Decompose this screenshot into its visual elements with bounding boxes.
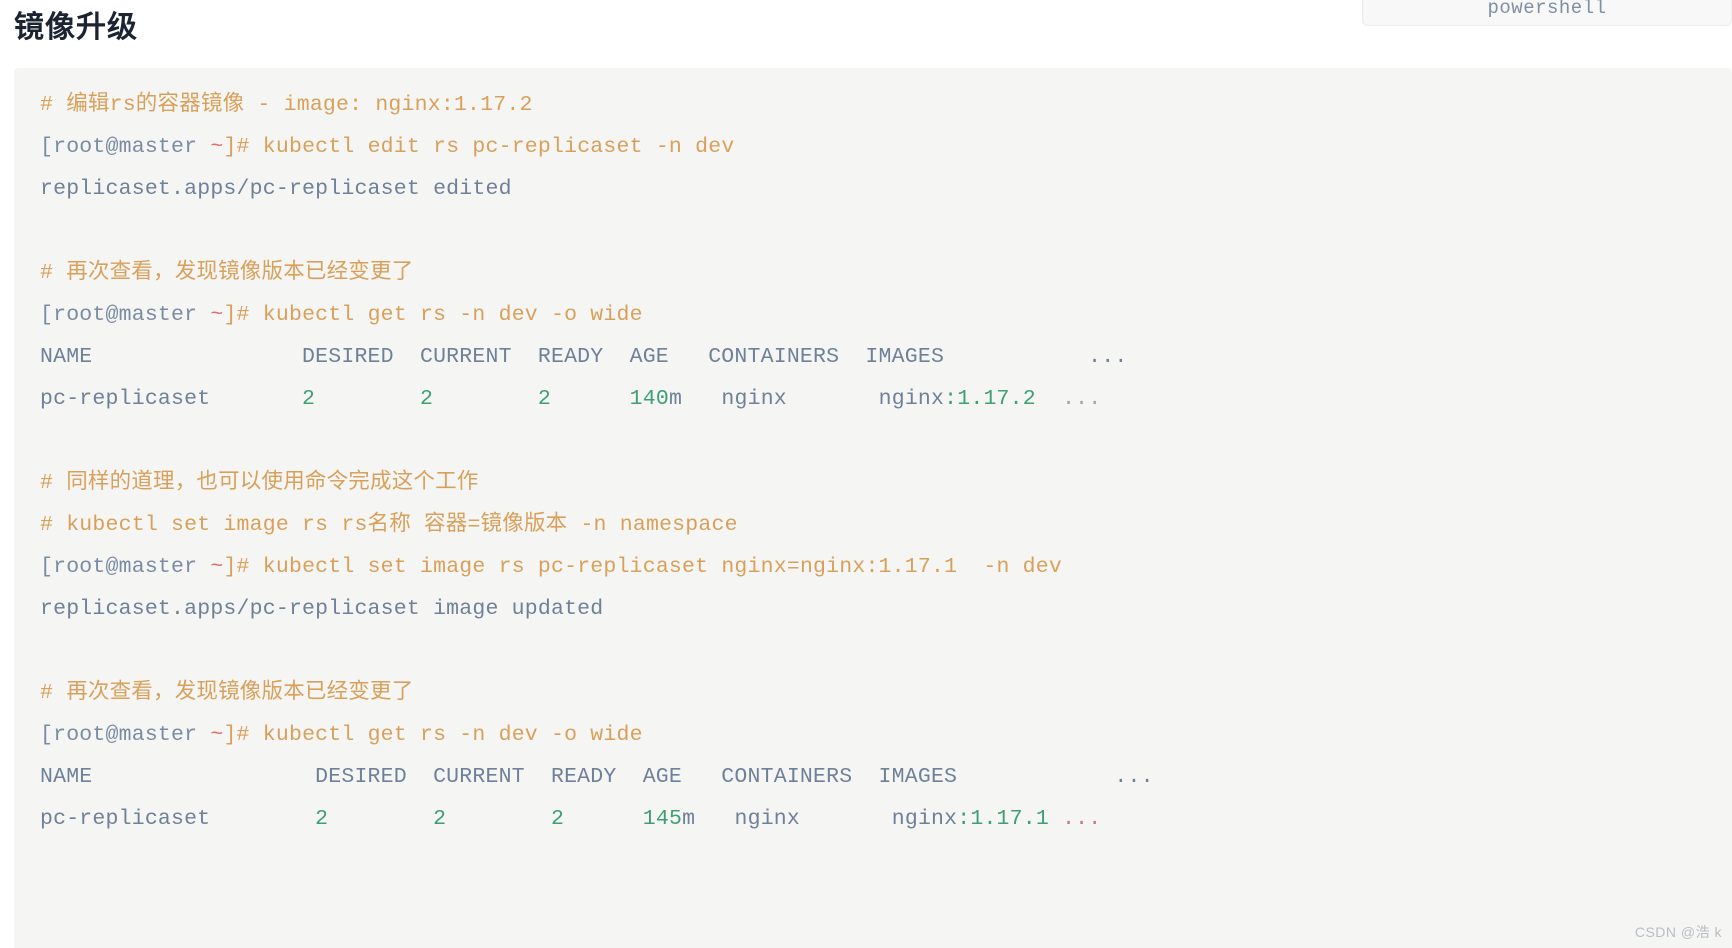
prompt-tilde: ~ bbox=[210, 135, 224, 159]
code-line: [root@master ~]# kubectl get rs -n dev -… bbox=[40, 714, 1732, 756]
csdn-watermark: CSDN @浩 k bbox=[1634, 924, 1722, 940]
cell-image-name: nginx bbox=[891, 807, 958, 831]
shell-command: kubectl get rs -n dev -o wide bbox=[249, 303, 643, 327]
prompt-hash: ]# bbox=[223, 135, 250, 159]
table-header-row: NAME DESIRED CURRENT READY AGE CONTAINER… bbox=[40, 345, 1128, 369]
code-line: NAME DESIRED CURRENT READY AGE CONTAINER… bbox=[40, 336, 1732, 378]
code-language-tag: powershell bbox=[1362, 0, 1732, 26]
cell-gap bbox=[695, 807, 734, 831]
cell-age-number: 140 bbox=[629, 387, 669, 411]
shell-prompt: [root@master bbox=[40, 555, 211, 579]
cell-gap bbox=[315, 387, 420, 411]
cell-ready: 2 bbox=[551, 807, 565, 831]
cell-gap bbox=[682, 387, 721, 411]
shell-prompt: [root@master bbox=[40, 723, 211, 747]
code-line: # 同样的道理，也可以使用命令完成这个工作 bbox=[40, 462, 1732, 504]
cell-gap bbox=[564, 807, 643, 831]
cell-gap bbox=[328, 807, 433, 831]
cell-gap bbox=[446, 807, 551, 831]
code-comment: # 再次查看，发现镜像版本已经变更了 bbox=[40, 681, 414, 705]
code-block[interactable]: # 编辑rs的容器镜像 - image: nginx:1.17.2 [root@m… bbox=[14, 68, 1732, 948]
code-line: NAME DESIRED CURRENT READY AGE CONTAINER… bbox=[40, 756, 1732, 798]
cell-age-number: 145 bbox=[642, 807, 683, 831]
cell-name: pc-replicaset bbox=[40, 807, 316, 831]
prompt-tilde: ~ bbox=[210, 723, 224, 747]
cell-desired: 2 bbox=[315, 807, 329, 831]
cell-containers: nginx bbox=[734, 807, 892, 831]
code-line: replicaset.apps/pc-replicaset image upda… bbox=[40, 588, 1732, 630]
code-line: pc-replicaset 2 2 2 140m nginx nginx:1.1… bbox=[40, 378, 1732, 420]
code-output: replicaset.apps/pc-replicaset image upda… bbox=[40, 597, 604, 621]
prompt-tilde: ~ bbox=[210, 303, 224, 327]
shell-prompt: [root@master bbox=[40, 135, 211, 159]
code-line: # kubectl set image rs rs名称 容器=镜像版本 -n n… bbox=[40, 504, 1732, 546]
code-language-label: powershell bbox=[1487, 0, 1607, 19]
shell-command: kubectl edit rs pc-replicaset -n dev bbox=[249, 135, 735, 159]
code-line: replicaset.apps/pc-replicaset edited bbox=[40, 168, 1732, 210]
cell-image-tag: :1.17.2 bbox=[944, 387, 1036, 411]
cell-ellipsis: ... bbox=[1062, 387, 1102, 411]
cell-ellipsis: ... bbox=[1062, 807, 1102, 831]
prompt-hash: ]# bbox=[223, 303, 250, 327]
table-header-row: NAME DESIRED CURRENT READY AGE CONTAINER… bbox=[40, 765, 1154, 789]
cell-image-tag: :1.17.1 bbox=[957, 807, 1049, 831]
shell-prompt: [root@master bbox=[40, 303, 211, 327]
cell-containers: nginx bbox=[721, 387, 879, 411]
prompt-tilde: ~ bbox=[210, 555, 224, 579]
cell-gap bbox=[551, 387, 630, 411]
code-comment: # 再次查看，发现镜像版本已经变更了 bbox=[40, 261, 414, 285]
cell-gap bbox=[433, 387, 538, 411]
shell-command: kubectl set image rs pc-replicaset nginx… bbox=[249, 555, 1062, 579]
prompt-hash: ]# bbox=[223, 723, 250, 747]
cell-name: pc-replicaset bbox=[40, 387, 303, 411]
cell-current: 2 bbox=[419, 387, 434, 411]
code-line: # 编辑rs的容器镜像 - image: nginx:1.17.2 bbox=[40, 84, 1732, 126]
code-line: pc-replicaset 2 2 2 145m nginx nginx:1.1… bbox=[40, 798, 1732, 840]
code-line: [root@master ~]# kubectl get rs -n dev -… bbox=[40, 294, 1732, 336]
cell-age-unit: m bbox=[668, 387, 683, 411]
cell-desired: 2 bbox=[302, 387, 316, 411]
code-line: # 再次查看，发现镜像版本已经变更了 bbox=[40, 252, 1732, 294]
code-line: [root@master ~]# kubectl edit rs pc-repl… bbox=[40, 126, 1732, 168]
page-title: 镜像升级 bbox=[14, 11, 138, 44]
code-lines-container: # 编辑rs的容器镜像 - image: nginx:1.17.2 [root@m… bbox=[40, 84, 1732, 840]
code-line: [root@master ~]# kubectl set image rs pc… bbox=[40, 546, 1732, 588]
code-comment: # 同样的道理，也可以使用命令完成这个工作 bbox=[40, 471, 479, 495]
code-output: replicaset.apps/pc-replicaset edited bbox=[40, 177, 512, 201]
cell-gap bbox=[1036, 387, 1062, 411]
prompt-hash: ]# bbox=[223, 555, 250, 579]
code-comment: # 编辑rs的容器镜像 - image: nginx:1.17.2 bbox=[40, 93, 533, 117]
cell-ready: 2 bbox=[537, 387, 552, 411]
code-comment: # kubectl set image rs rs名称 容器=镜像版本 -n n… bbox=[40, 513, 738, 537]
cell-image-name: nginx bbox=[878, 387, 945, 411]
shell-command: kubectl get rs -n dev -o wide bbox=[249, 723, 643, 747]
cell-current: 2 bbox=[433, 807, 447, 831]
cell-age-unit: m bbox=[682, 807, 696, 831]
code-line: # 再次查看，发现镜像版本已经变更了 bbox=[40, 672, 1732, 714]
cell-gap bbox=[1049, 807, 1062, 831]
